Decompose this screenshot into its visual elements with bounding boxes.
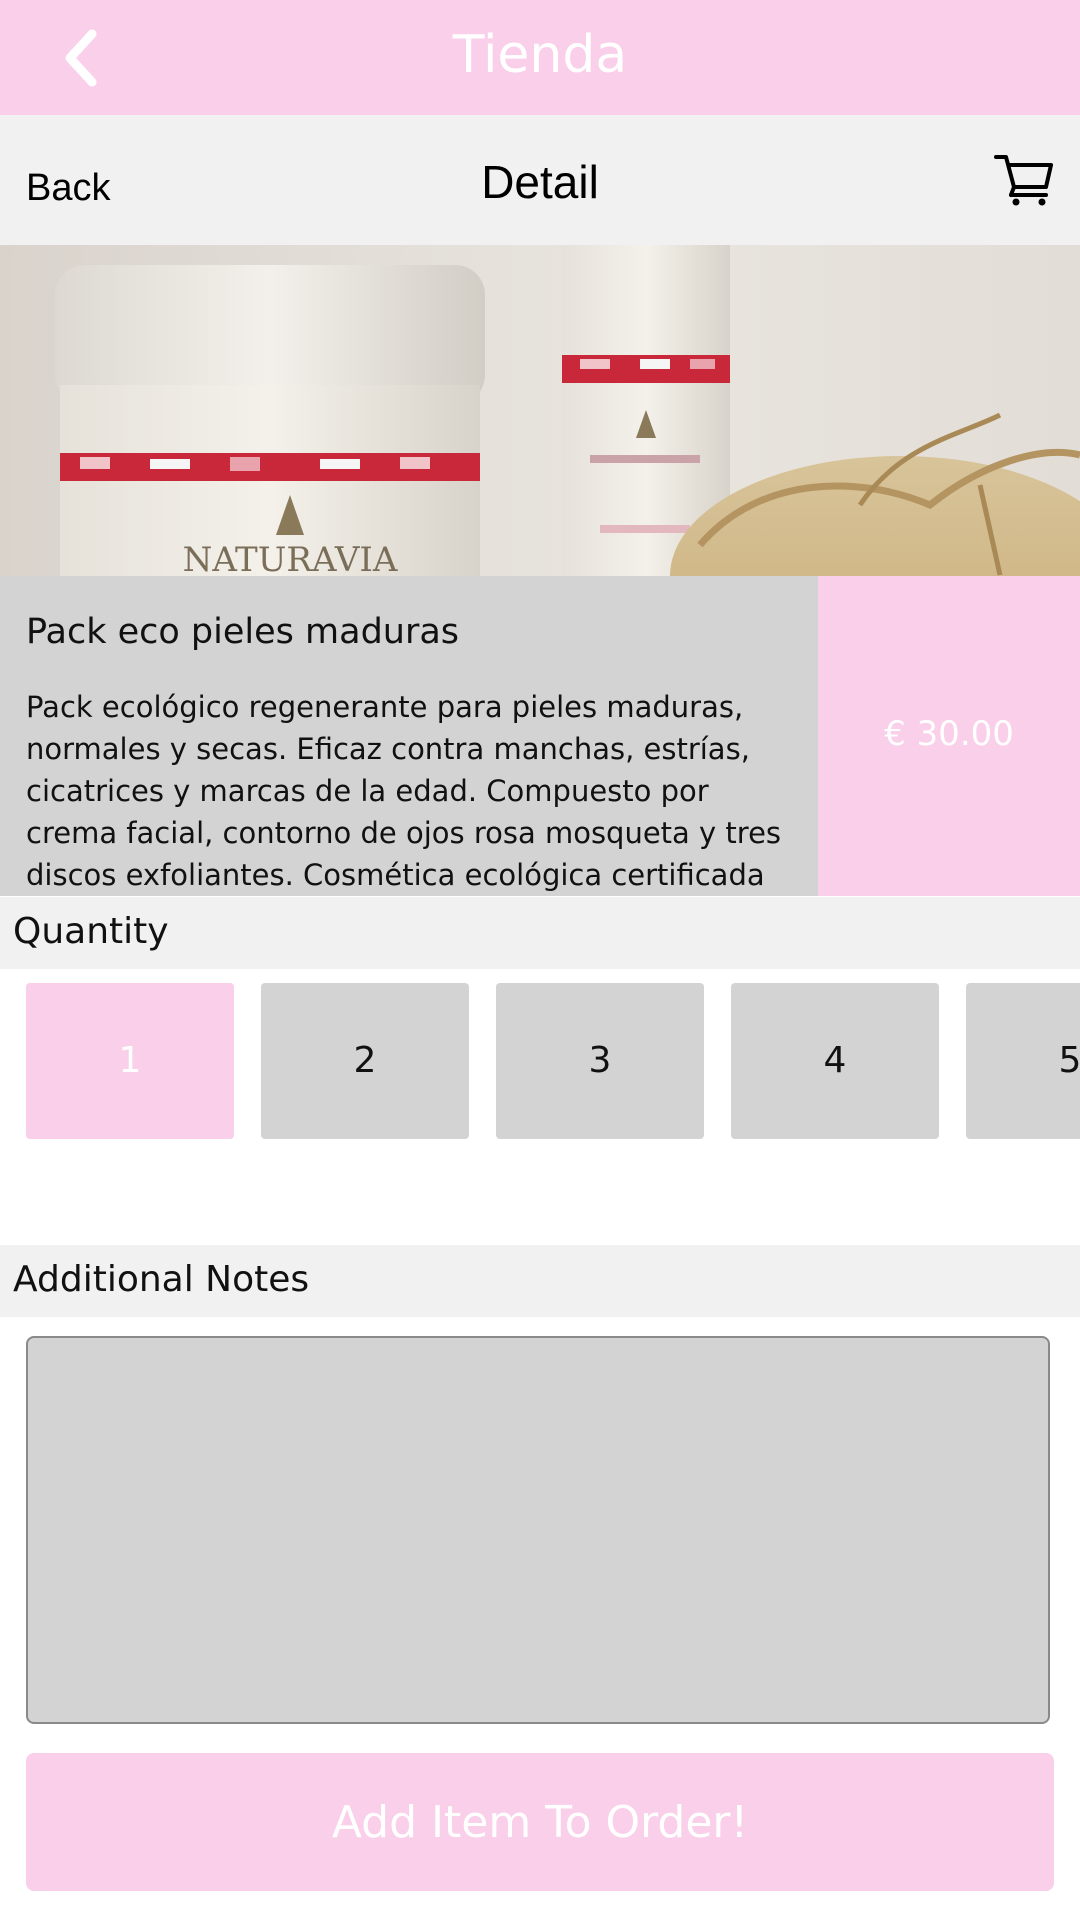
add-to-order-button[interactable]: Add Item To Order! (26, 1753, 1054, 1891)
notes-header: Additional Notes (0, 1245, 1080, 1317)
quantity-header: Quantity (0, 897, 1080, 969)
brand-label: NATURAVIA (183, 540, 398, 576)
app-header: Tienda (0, 0, 1080, 115)
product-info: Pack eco pieles maduras Pack ecológico r… (0, 576, 818, 896)
quantity-option-2[interactable]: 2 (261, 983, 469, 1139)
quantity-option-4[interactable]: 4 (731, 983, 939, 1139)
nav-bar: Back Detail (0, 115, 1080, 245)
quantity-option-3[interactable]: 3 (496, 983, 704, 1139)
app-title: Tienda (452, 25, 628, 85)
quantity-selector: 1 2 3 4 5 (0, 983, 1080, 1140)
notes-textarea[interactable] (26, 1336, 1050, 1724)
quantity-option-1[interactable]: 1 (26, 983, 234, 1139)
product-photo: NATURAVIA (55, 245, 1080, 576)
quantity-label: Quantity (13, 911, 169, 952)
price-box: € 30.00 (818, 576, 1080, 896)
notes-label: Additional Notes (13, 1259, 310, 1300)
product-name: Pack eco pieles maduras (26, 612, 460, 652)
product-image: NATURAVIA (0, 245, 1080, 576)
quantity-option-5[interactable]: 5 (966, 983, 1080, 1139)
product-price: € 30.00 (884, 714, 1014, 754)
page-title: Detail (481, 156, 599, 208)
product-description: Pack ecológico regenerante para pieles m… (26, 690, 782, 892)
cart-icon[interactable] (994, 151, 1054, 207)
